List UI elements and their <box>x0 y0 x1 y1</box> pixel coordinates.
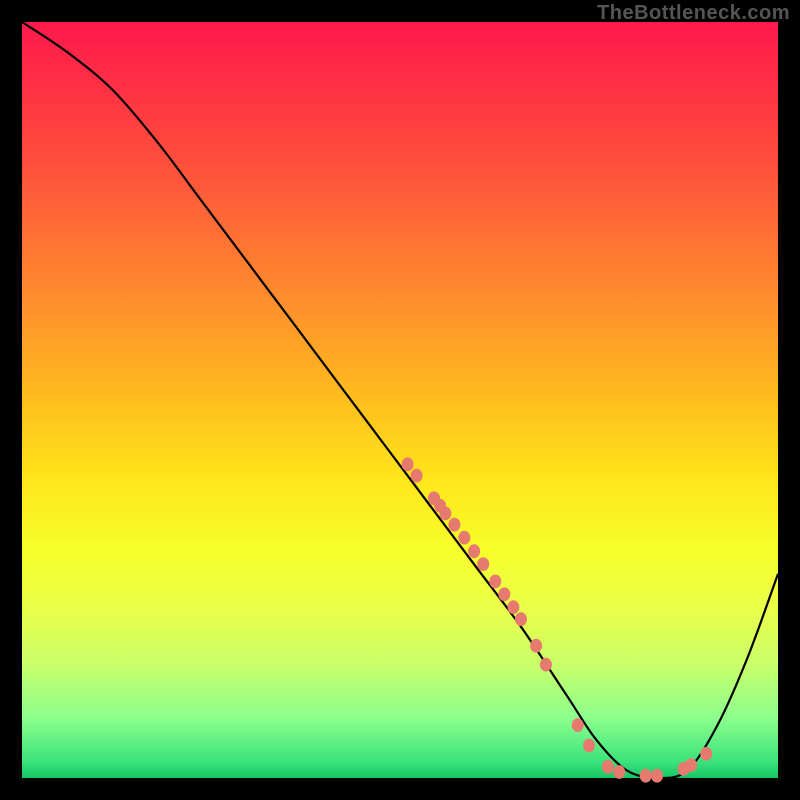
data-point <box>515 612 527 626</box>
data-point <box>477 557 489 571</box>
data-point <box>583 739 595 753</box>
chart-svg <box>22 22 778 778</box>
data-point <box>448 518 460 532</box>
data-point <box>402 457 414 471</box>
data-point <box>613 765 625 779</box>
data-point <box>572 718 584 732</box>
data-point <box>651 769 663 783</box>
data-point <box>685 758 697 772</box>
data-point <box>498 587 510 601</box>
chart-frame: TheBottleneck.com <box>0 0 800 800</box>
data-point <box>700 747 712 761</box>
data-point <box>602 760 614 774</box>
data-point <box>468 544 480 558</box>
plot-area <box>22 22 778 778</box>
data-point <box>411 469 423 483</box>
data-point <box>439 507 451 521</box>
data-point <box>507 600 519 614</box>
data-point <box>458 531 470 545</box>
data-point <box>540 658 552 672</box>
data-point <box>489 575 501 589</box>
data-point <box>530 639 542 653</box>
points-group <box>402 457 713 782</box>
data-point <box>640 769 652 783</box>
curve-path <box>22 22 778 778</box>
